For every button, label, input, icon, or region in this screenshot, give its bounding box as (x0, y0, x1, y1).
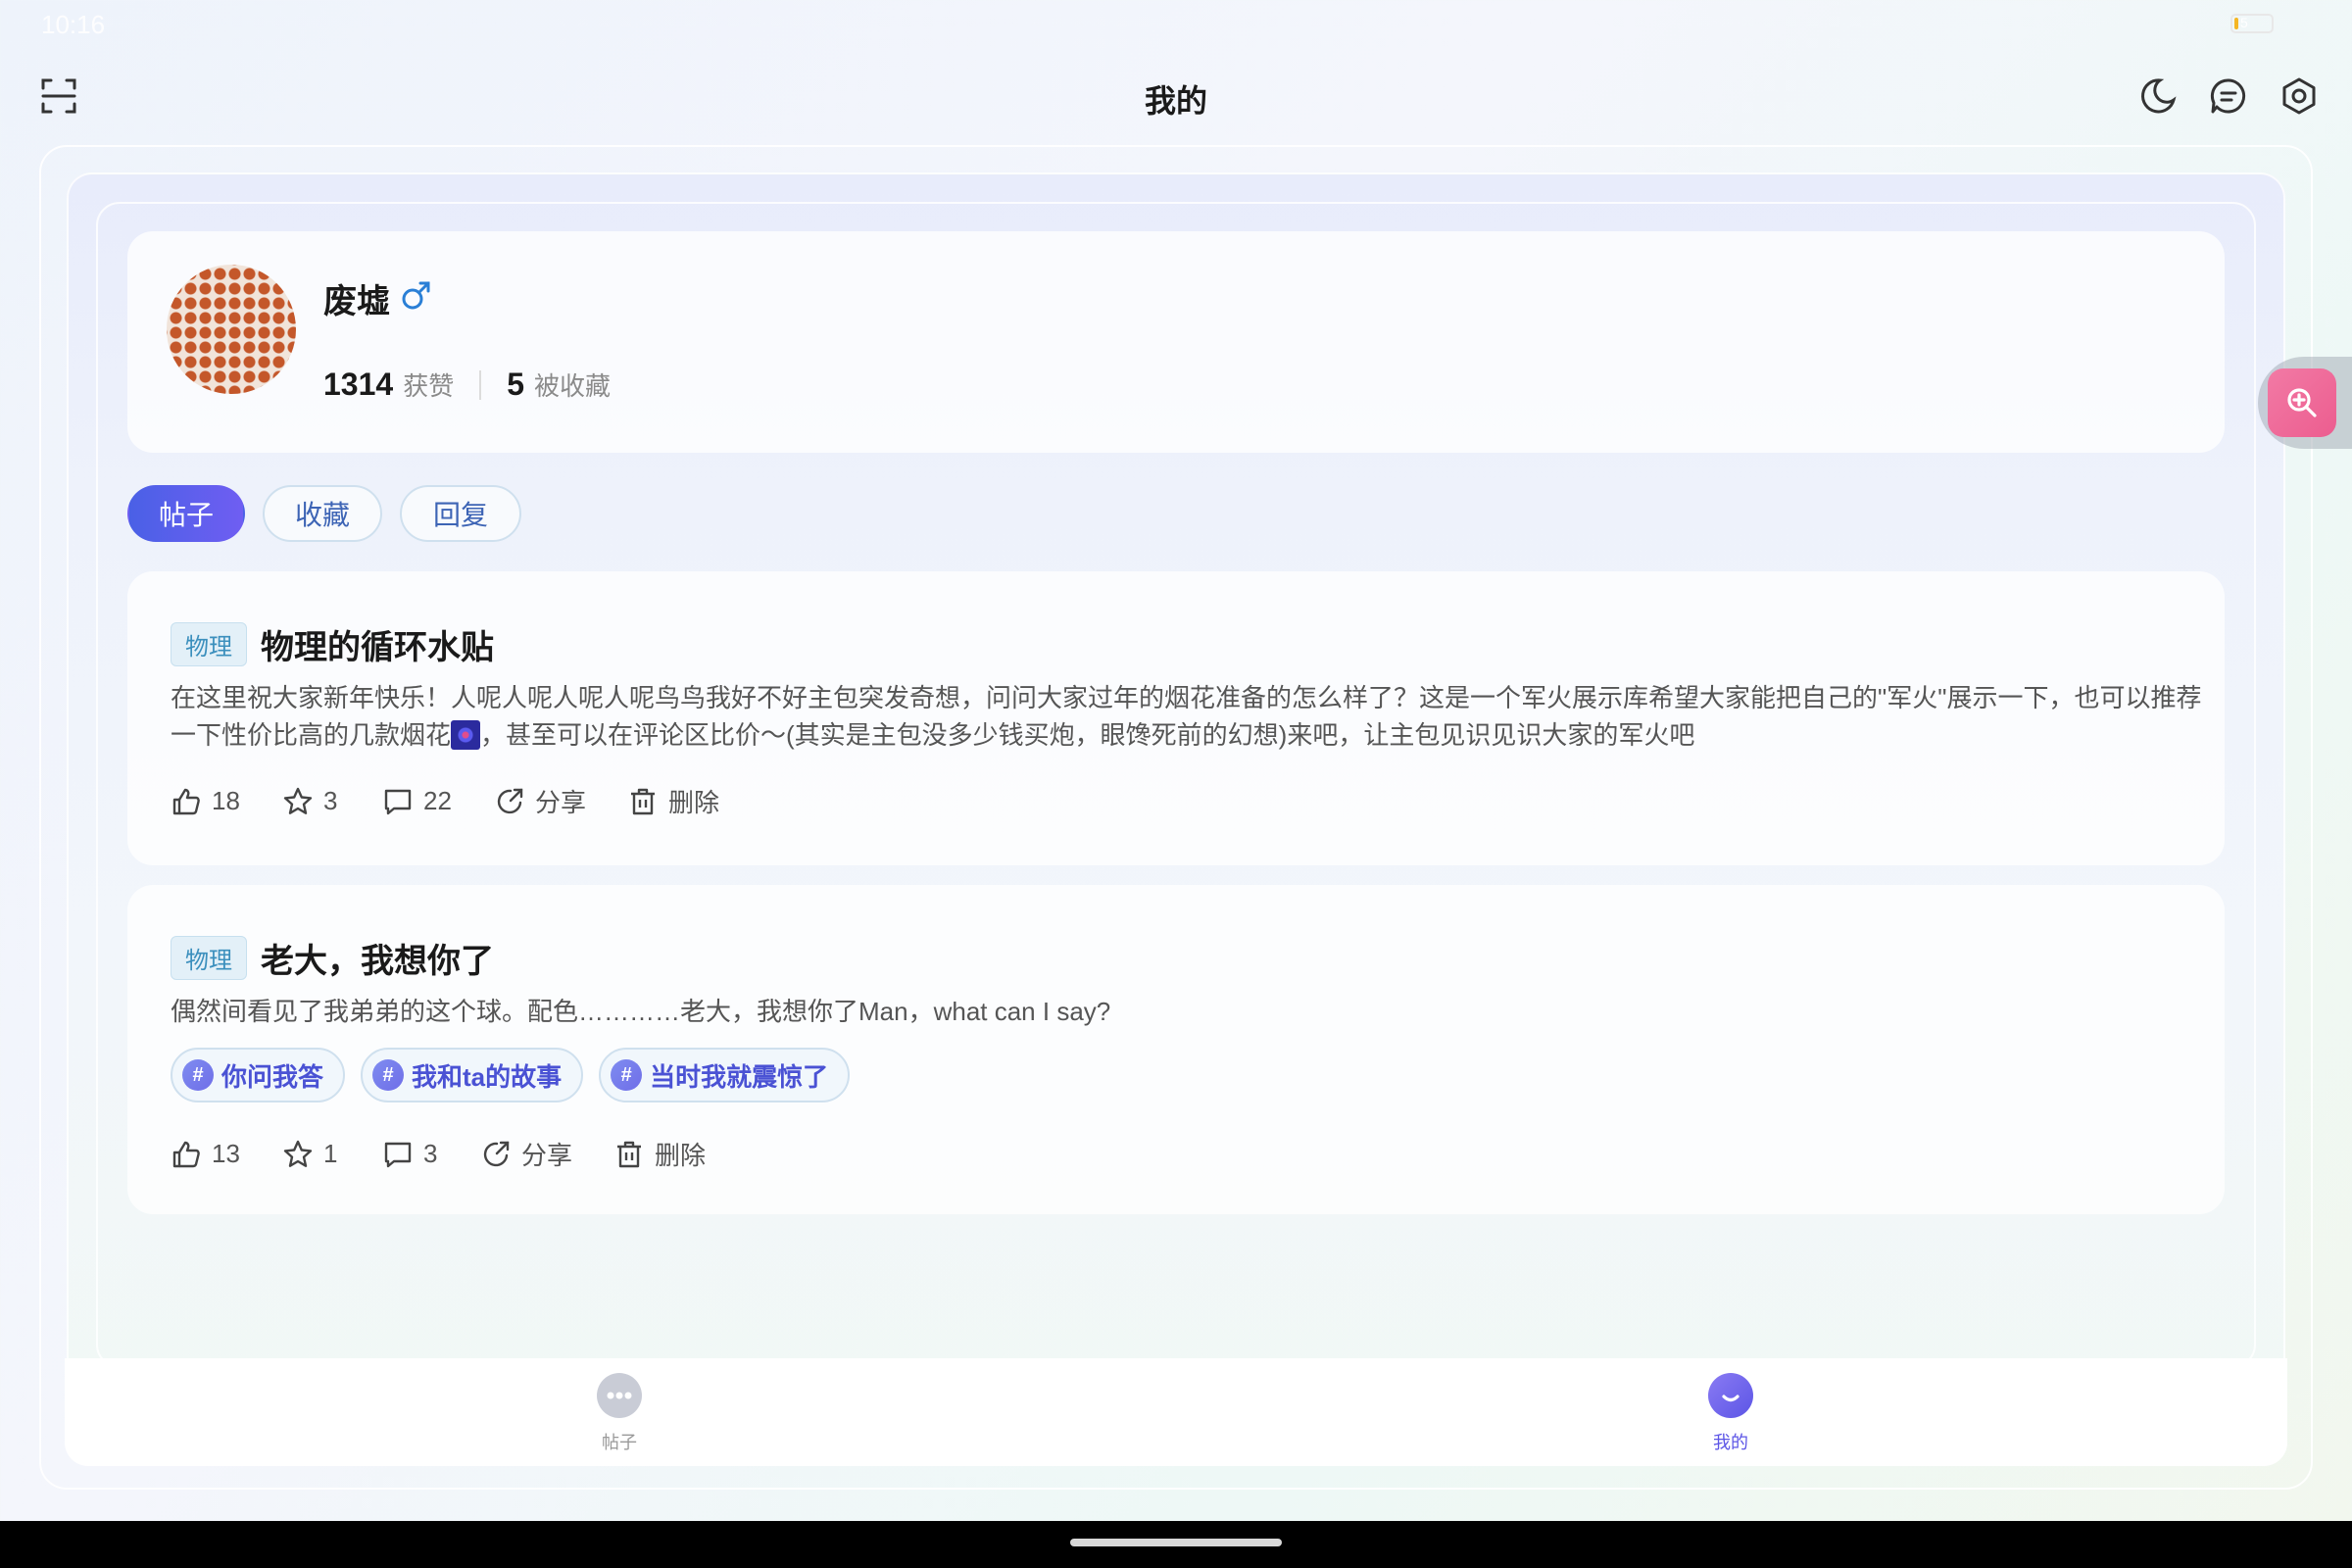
category-tag[interactable]: 物理 (171, 622, 247, 666)
share-button[interactable]: 分享 (480, 1136, 613, 1172)
topic-text: 我和ta的故事 (412, 1061, 563, 1092)
moon-icon[interactable] (2138, 76, 2178, 116)
star-count: 3 (323, 786, 338, 815)
nav-label: 我的 (1713, 1433, 1748, 1452)
favorite-button[interactable]: 1 (282, 1139, 382, 1170)
topic-text: 你问我答 (221, 1061, 324, 1092)
likes-count: 1314 (323, 367, 394, 402)
post-card[interactable]: 物理 物理的循环水贴 在这里祝大家新年快乐！人呢人呢人呢人呢鸟鸟我好不好主包突发… (127, 571, 2225, 865)
likes-label: 获赞 (403, 371, 455, 401)
post-body-text-cont: ，甚至可以在评论区比价～(其实是主包没多少钱买炮，眼馋死前的幻想)来吧，让主包见… (480, 720, 1695, 750)
share-icon (483, 1141, 510, 1166)
post-card[interactable]: 物理 老大，我想你了 偶然间看见了我弟弟的这个球。配色…………老大，我想你了Ma… (127, 885, 2225, 1214)
nav-posts[interactable]: 帖子 (521, 1372, 717, 1454)
star-icon (283, 787, 313, 814)
favorited-count: 5 (507, 367, 524, 402)
delete-label: 删除 (655, 1141, 707, 1170)
tab-posts[interactable]: 帖子 (127, 485, 245, 542)
profile-card: 废墟 1314 获赞 5 被收藏 (127, 231, 2225, 453)
comment-button[interactable]: 22 (382, 786, 494, 817)
profile-stats: 1314 获赞 5 被收藏 (323, 367, 611, 403)
comment-count: 3 (423, 1139, 438, 1168)
post-actions: 13 1 3 分享 删除 (171, 1136, 706, 1172)
comment-count: 22 (423, 786, 452, 815)
category-tag[interactable]: 物理 (171, 936, 247, 980)
nav-label: 帖子 (602, 1433, 637, 1452)
favorited-label: 被收藏 (534, 371, 612, 401)
thumbs-up-icon (172, 1141, 200, 1167)
like-count: 18 (212, 786, 240, 815)
message-icon[interactable] (2209, 76, 2248, 116)
battery-fill (2234, 18, 2238, 29)
delete-button[interactable]: 删除 (627, 783, 719, 819)
top-bar: 我的 (0, 59, 2352, 137)
comment-icon (384, 1142, 412, 1167)
battery-icon: 5 (2230, 14, 2274, 33)
bottom-nav: 帖子 我的 (65, 1358, 2287, 1466)
fireworks-emoji-icon (451, 720, 481, 750)
topic-text: 当时我就震惊了 (650, 1061, 829, 1092)
like-button[interactable]: 13 (171, 1139, 282, 1170)
share-button[interactable]: 分享 (494, 783, 627, 819)
share-icon (497, 788, 523, 813)
star-count: 1 (323, 1139, 338, 1168)
post-body: 偶然间看见了我弟弟的这个球。配色…………老大，我想你了Man，what can … (171, 997, 1111, 1026)
post-title[interactable]: 老大，我想你了 (261, 934, 494, 982)
user-smile-icon (1707, 1372, 1754, 1419)
nav-mine[interactable]: 我的 (1633, 1372, 1829, 1454)
system-gesture-bar (0, 1521, 2352, 1568)
delete-button[interactable]: 删除 (613, 1136, 706, 1172)
tab-replies[interactable]: 回复 (400, 485, 521, 542)
topic-tag[interactable]: # 你问我答 (171, 1048, 346, 1102)
topic-tag[interactable]: # 我和ta的故事 (361, 1048, 584, 1102)
hashtag-icon: # (182, 1059, 214, 1091)
avatar[interactable] (167, 265, 296, 394)
hashtag-icon: # (372, 1059, 405, 1091)
settings-icon[interactable] (2279, 76, 2319, 116)
topic-tags: # 你问我答 # 我和ta的故事 # 当时我就震惊了 (171, 1048, 851, 1102)
comment-icon (384, 789, 412, 814)
hashtag-icon: # (611, 1059, 643, 1091)
thumbs-up-icon (172, 788, 200, 814)
tab-favorites[interactable]: 收藏 (263, 485, 382, 542)
status-time: 10:16 (41, 10, 106, 39)
floating-search-button[interactable] (2258, 357, 2352, 449)
chat-bubble-icon (596, 1372, 643, 1419)
like-button[interactable]: 18 (171, 786, 282, 817)
battery-level: 5 (2240, 15, 2248, 30)
share-label: 分享 (521, 1141, 573, 1170)
post-title[interactable]: 物理的循环水贴 (261, 620, 494, 668)
post-header: 物理 老大，我想你了 (171, 934, 494, 982)
username: 废墟 (323, 283, 390, 320)
comment-button[interactable]: 3 (382, 1139, 480, 1170)
trash-icon (617, 1141, 641, 1167)
topic-tag[interactable]: # 当时我就震惊了 (599, 1048, 851, 1102)
like-count: 13 (212, 1139, 240, 1168)
profile-tabs: 帖子 收藏 回复 (127, 485, 521, 542)
share-label: 分享 (535, 788, 587, 817)
male-gender-icon (400, 278, 433, 312)
top-actions (2138, 76, 2319, 116)
home-gesture-handle[interactable] (1070, 1539, 1282, 1546)
delete-label: 删除 (668, 788, 720, 817)
zoom-search-icon (2268, 368, 2336, 437)
post-body: 在这里祝大家新年快乐！人呢人呢人呢人呢鸟鸟我好不好主包突发奇想，问问大家过年的烟… (171, 679, 2209, 754)
star-icon (283, 1140, 313, 1167)
post-header: 物理 物理的循环水贴 (171, 620, 494, 668)
status-bar: 10:16 5 (0, 0, 2352, 49)
post-actions: 18 3 22 分享 删除 (171, 783, 719, 819)
page-title: 我的 (1144, 83, 1207, 119)
favorite-button[interactable]: 3 (282, 786, 382, 817)
trash-icon (631, 788, 655, 814)
stat-divider (479, 369, 482, 400)
